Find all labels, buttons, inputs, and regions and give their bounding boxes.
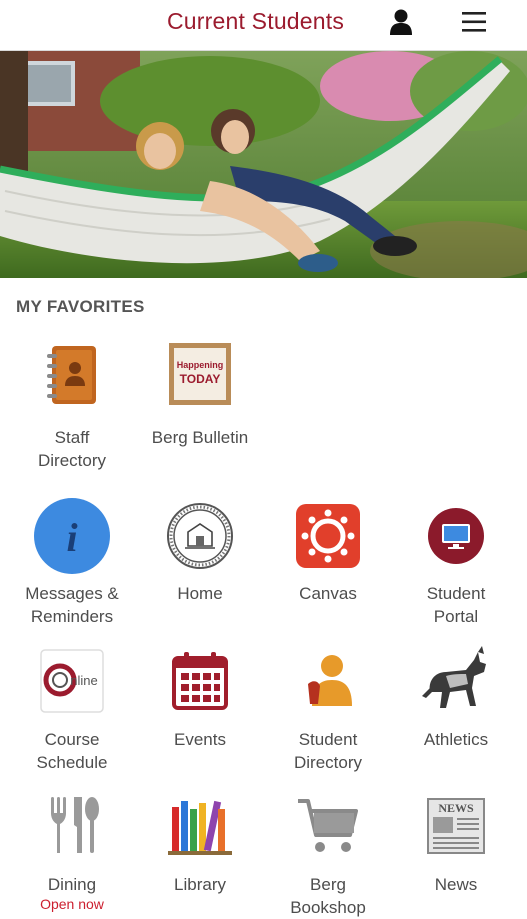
- tile-label: Messages & Reminders: [25, 584, 119, 626]
- bulletin-board-icon: Happening TODAY: [160, 340, 240, 420]
- utensils-icon: [32, 787, 112, 867]
- tile-label: News: [434, 875, 478, 894]
- tile-label: Student Portal: [426, 584, 486, 626]
- bulletin-line1: Happening: [177, 360, 224, 370]
- bulletin-line2: TODAY: [180, 372, 221, 386]
- page-title: Current Students: [167, 8, 345, 34]
- shopping-cart-icon: [288, 787, 368, 867]
- tile-label: Staff Directory: [37, 428, 106, 470]
- tile-label: Events: [174, 730, 226, 749]
- hamburger-menu-icon[interactable]: [461, 10, 487, 34]
- tile-course-schedule[interactable]: nline Course Schedule: [8, 642, 136, 774]
- tile-staff-directory[interactable]: Staff Directory: [8, 340, 136, 472]
- info-icon: i: [32, 496, 112, 576]
- tile-label: Student Directory: [293, 730, 362, 772]
- person-icon: [288, 642, 368, 722]
- tile-label: Berg Bulletin: [151, 428, 249, 447]
- user-icon[interactable]: [388, 8, 414, 36]
- tile-label: Athletics: [423, 730, 489, 749]
- tile-label: Berg Bookshop: [290, 875, 366, 917]
- tile-label: Dining: [47, 875, 97, 894]
- tile-student-portal[interactable]: Student Portal: [392, 496, 520, 628]
- address-book-icon: [32, 340, 112, 420]
- college-seal-icon: [160, 496, 240, 576]
- svg-text:i: i: [66, 515, 77, 560]
- newspaper-masthead: NEWS: [438, 801, 474, 815]
- favorites-heading: MY FAVORITES: [16, 297, 145, 316]
- tile-news[interactable]: NEWS News: [392, 787, 520, 896]
- tile-canvas[interactable]: Canvas: [264, 496, 392, 605]
- tile-library[interactable]: Library: [136, 787, 264, 896]
- canvas-icon: [288, 496, 368, 576]
- top-app-bar: Current Students: [0, 0, 527, 51]
- dining-status: Open now: [40, 896, 104, 912]
- tile-berg-bookshop[interactable]: Berg Bookshop: [264, 787, 392, 919]
- hero-image: [0, 51, 527, 278]
- tile-berg-bulletin[interactable]: Happening TODAY Berg Bulletin: [136, 340, 264, 449]
- tile-athletics[interactable]: Athletics: [392, 642, 520, 751]
- monitor-icon: [416, 496, 496, 576]
- tile-student-directory[interactable]: Student Directory: [264, 642, 392, 774]
- tile-label: Library: [174, 875, 226, 894]
- tile-home[interactable]: Home: [136, 496, 264, 605]
- books-icon: [160, 787, 240, 867]
- tile-label: Canvas: [299, 584, 357, 603]
- newspaper-icon: NEWS: [416, 787, 496, 867]
- calendar-icon: [160, 642, 240, 722]
- tile-events[interactable]: Events: [136, 642, 264, 751]
- tile-label: Home: [177, 584, 223, 603]
- tile-messages-reminders[interactable]: i Messages & Reminders: [8, 496, 136, 628]
- online-logo-text: nline: [70, 673, 97, 688]
- online-logo-icon: nline: [32, 642, 112, 722]
- tile-dining[interactable]: Dining Open now: [8, 787, 136, 912]
- tile-label: Course Schedule: [36, 730, 108, 772]
- mule-icon: [416, 642, 496, 722]
